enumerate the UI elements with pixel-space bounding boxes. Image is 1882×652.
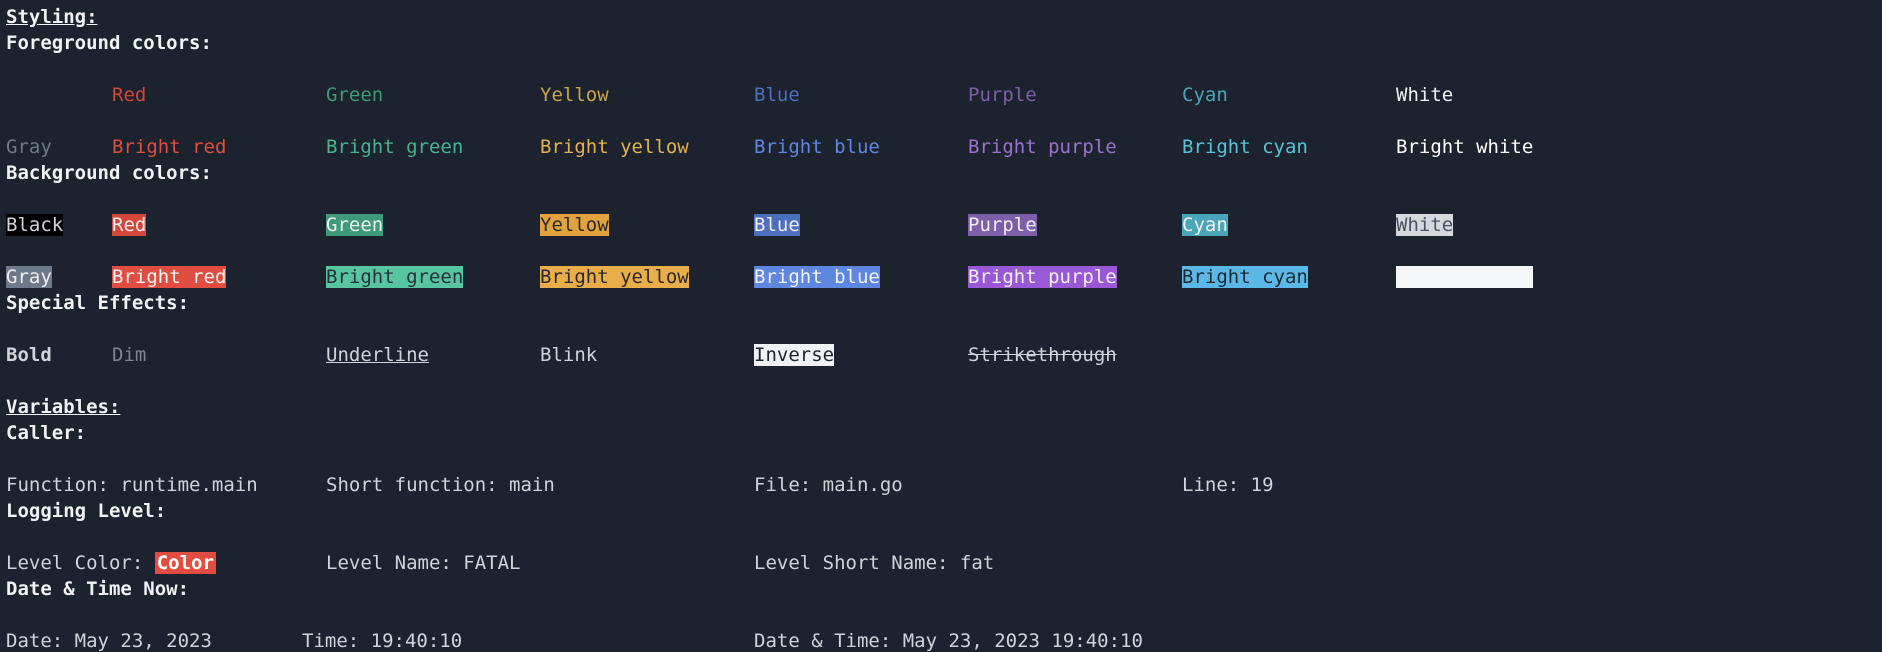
fg-row-1: BlackRedGreenYellowBluePurpleCyanWhite — [6, 56, 1876, 108]
fg-purple: Purple — [968, 82, 1182, 108]
lvlcolor-label: Level Color: — [6, 552, 155, 574]
dt-value: May 23, 2023 19:40:10 — [903, 630, 1143, 652]
func-label: Function: — [6, 474, 120, 496]
bg-bright-yellow: Bright yellow — [540, 266, 689, 288]
fg-red: Red — [112, 82, 326, 108]
bg-gray: Gray — [6, 266, 52, 288]
fg-bright-cyan: Bright cyan — [1182, 134, 1396, 160]
fx-heading: Special Effects: — [6, 292, 189, 314]
fg-green: Green — [326, 82, 540, 108]
fx-bold: Bold — [6, 342, 112, 368]
styling-heading: Styling: — [6, 6, 98, 28]
fg-bright-green: Bright green — [326, 134, 540, 160]
bg-yellow: Yellow — [540, 214, 609, 236]
time-label: Time: — [302, 630, 371, 652]
bg-bright-red: Bright red — [112, 266, 226, 288]
fx-blink: Blink — [540, 342, 754, 368]
fg-row-2: GrayBright redBright greenBright yellowB… — [6, 108, 1876, 160]
fg-blue: Blue — [754, 82, 968, 108]
dt-label: Date & Time: — [754, 630, 903, 652]
fg-gray: Gray — [6, 134, 112, 160]
datetime-heading: Date & Time Now: — [6, 578, 189, 600]
loglevel-row: Level Color: Color Level Name: FATAL Level… — [6, 524, 1876, 576]
fg-yellow: Yellow — [540, 82, 754, 108]
func-value: runtime.main — [120, 474, 257, 496]
bg-row-1: Black Red Green Yellow Blue Purple Cyan White — [6, 186, 1876, 238]
fx-row: BoldDimUnderlineBlinkInverse Strikethroug… — [6, 316, 1876, 368]
fg-cyan: Cyan — [1182, 82, 1396, 108]
lvlname-label: Level Name: — [326, 552, 463, 574]
bg-bright-blue: Bright blue — [754, 266, 880, 288]
file-label: File: — [754, 474, 823, 496]
lvlshort-label: Level Short Name: — [754, 552, 960, 574]
bg-row-2: Gray Bright red Bright green Bright yellow B… — [6, 238, 1876, 290]
sfunc-label: Short function: — [326, 474, 509, 496]
bg-bright-cyan: Bright cyan — [1182, 266, 1308, 288]
bg-bright-white: Bright white — [1396, 266, 1533, 288]
loglevel-heading: Logging Level: — [6, 500, 166, 522]
file-value: main.go — [823, 474, 903, 496]
variables-heading: Variables: — [6, 396, 120, 418]
caller-heading: Caller: — [6, 422, 86, 444]
lvlshort-value: fat — [960, 552, 994, 574]
bg-green: Green — [326, 214, 383, 236]
bg-heading: Background colors: — [6, 162, 212, 184]
fx-inverse: Inverse — [754, 344, 834, 366]
bg-blue: Blue — [754, 214, 800, 236]
fg-white: White — [1396, 82, 1610, 108]
terminal-screen: Styling: Foreground colors: BlackRedGree… — [0, 0, 1882, 652]
lvlname-value: FATAL — [463, 552, 520, 574]
sfunc-value: main — [509, 474, 555, 496]
bg-black: Black — [6, 214, 63, 236]
bg-white: White — [1396, 214, 1453, 236]
line-value: 19 — [1251, 474, 1274, 496]
fg-black: Black — [6, 82, 112, 108]
fg-heading: Foreground colors: — [6, 32, 212, 54]
bg-bright-purple: Bright purple — [968, 266, 1117, 288]
fg-bright-purple: Bright purple — [968, 134, 1182, 160]
date-label: Date: — [6, 630, 75, 652]
lvlcolor-value: Color — [155, 552, 216, 574]
caller-row: Function: runtime.main Short function: ma… — [6, 446, 1876, 498]
date-value: May 23, 2023 — [75, 630, 212, 652]
time-value: 19:40:10 — [371, 630, 463, 652]
fg-bright-red: Bright red — [112, 134, 326, 160]
bg-cyan: Cyan — [1182, 214, 1228, 236]
fx-dim: Dim — [112, 342, 326, 368]
fg-bright-blue: Bright blue — [754, 134, 968, 160]
bg-bright-green: Bright green — [326, 266, 463, 288]
line-label: Line: — [1182, 474, 1251, 496]
datetime-row: Date: May 23, 2023 Time: 19:40:10 Date & T… — [6, 602, 1876, 652]
fx-strike: Strikethrough — [968, 342, 1182, 368]
bg-purple: Purple — [968, 214, 1037, 236]
fg-bright-white: Bright white — [1396, 134, 1610, 160]
bg-red: Red — [112, 214, 146, 236]
fx-underline: Underline — [326, 342, 540, 368]
fg-bright-yellow: Bright yellow — [540, 134, 754, 160]
